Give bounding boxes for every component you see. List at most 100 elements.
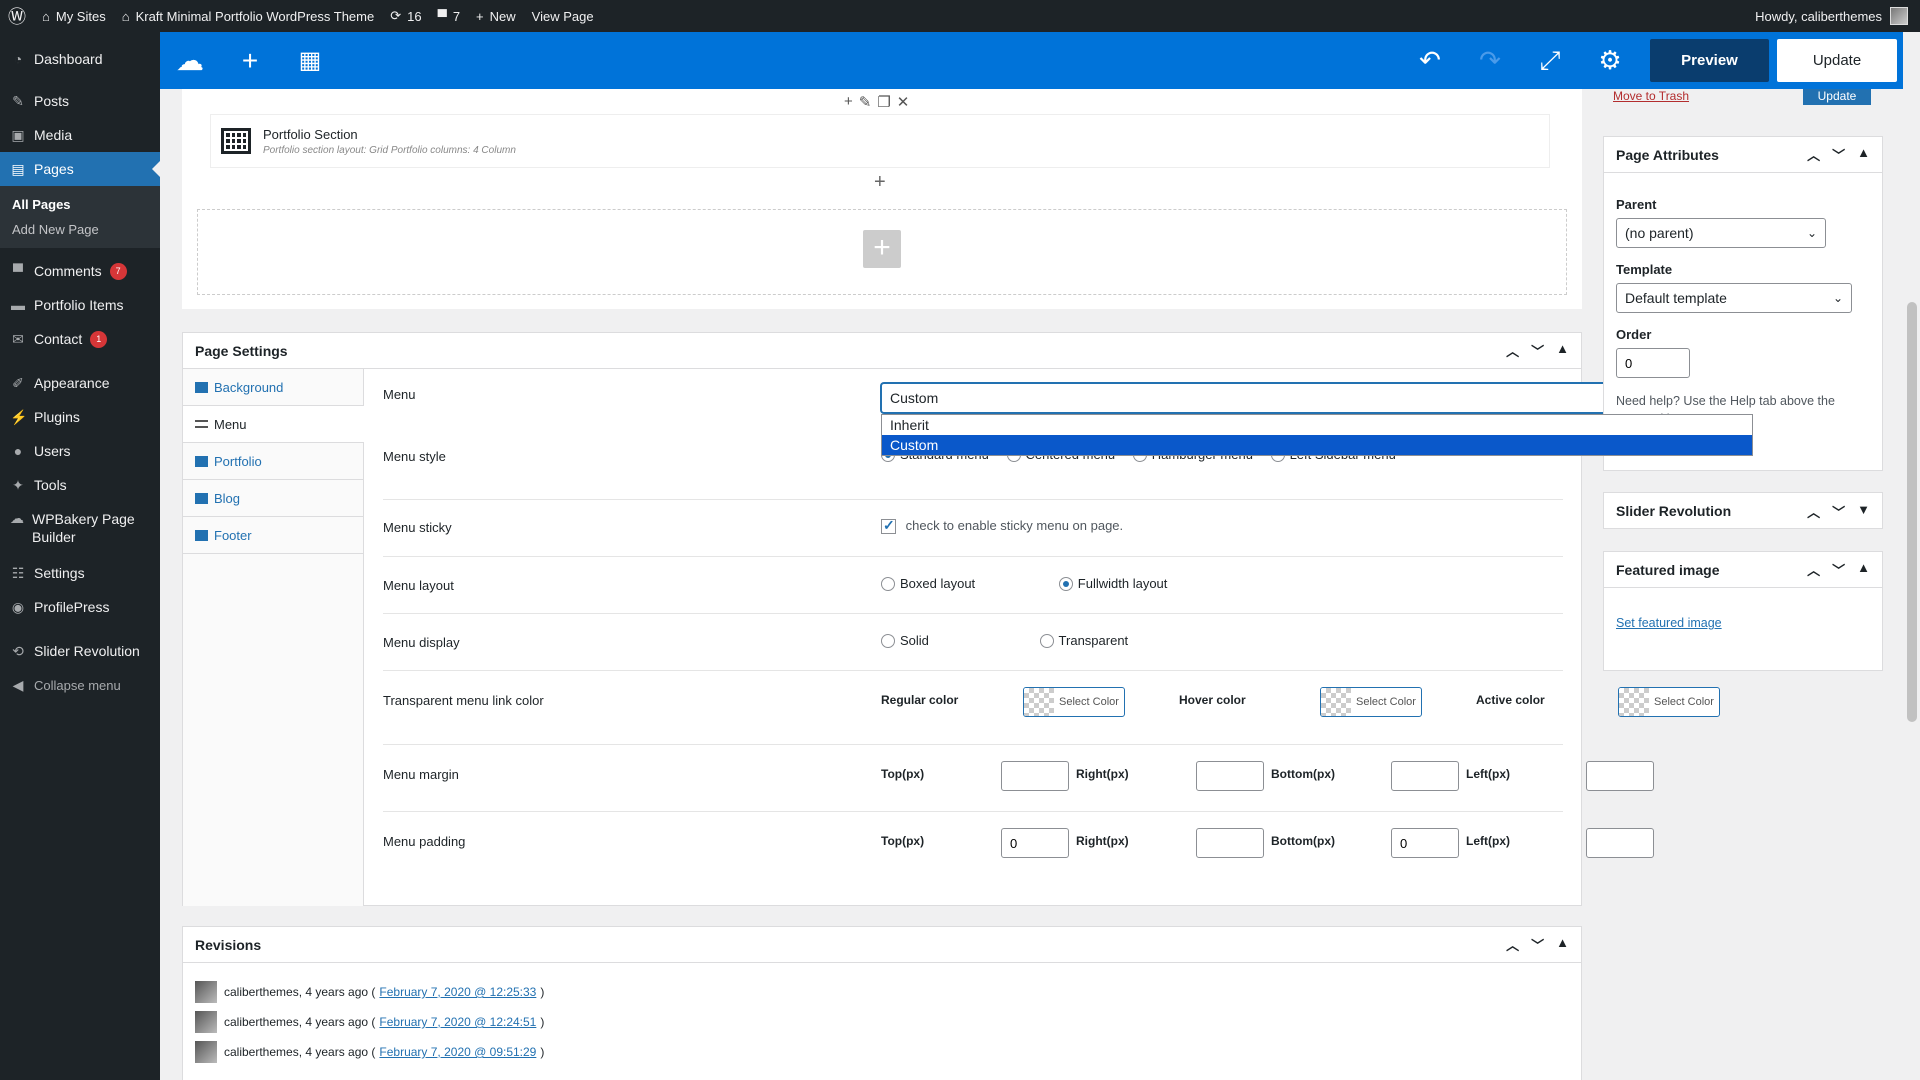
radio-boxed-layout[interactable]: Boxed layout <box>881 576 975 591</box>
sidebar-item-contact[interactable]: ✉ Contact 1 <box>0 322 160 356</box>
publish-update-button[interactable]: Update <box>1803 89 1871 105</box>
sidebar-item-comments[interactable]: ▀ Comments 7 <box>0 254 160 288</box>
sidebar-item-profilepress[interactable]: ◉ ProfilePress <box>0 590 160 624</box>
view-page-link[interactable]: View Page <box>524 0 602 32</box>
radio-solid[interactable]: Solid <box>881 633 929 648</box>
tab-blog[interactable]: Blog <box>183 480 363 517</box>
undo-icon[interactable]: ↶ <box>1400 45 1460 76</box>
submenu-add-new-page[interactable]: Add New Page <box>0 217 160 242</box>
padding-left-label: Left(px) <box>1466 834 1510 848</box>
move-to-trash-link[interactable]: Move to Trash <box>1613 89 1689 103</box>
updates-link[interactable]: ⟳ 16 <box>382 0 429 32</box>
clone-icon[interactable]: ❐ <box>877 93 890 111</box>
add-icon[interactable]: + <box>844 93 853 111</box>
sticky-checkbox[interactable] <box>881 517 896 535</box>
sidebar-item-tools[interactable]: ✦ Tools <box>0 468 160 502</box>
menu-style-label: Menu style <box>383 449 446 464</box>
radio-fullwidth-layout[interactable]: Fullwidth layout <box>1058 576 1167 591</box>
padding-bottom-input[interactable] <box>1391 828 1459 858</box>
toggle-panel-icon[interactable]: ▲ <box>1556 935 1569 954</box>
sidebar-item-settings[interactable]: ☷ Settings <box>0 556 160 590</box>
sidebar-item-slider-revolution[interactable]: ⟲ Slider Revolution <box>0 634 160 668</box>
chevron-up-icon[interactable]: ︿ <box>1506 341 1519 360</box>
chevron-down-icon[interactable]: ﹀ <box>1531 341 1544 360</box>
menu-dropdown: Inherit Custom <box>881 414 1753 456</box>
toggle-panel-icon[interactable]: ▲ <box>1857 560 1870 579</box>
sidebar-item-appearance[interactable]: ✐ Appearance <box>0 366 160 400</box>
revision-link[interactable]: February 7, 2020 @ 12:25:33 <box>379 985 536 999</box>
gear-icon[interactable]: ⚙ <box>1580 45 1640 76</box>
order-input[interactable] <box>1616 348 1690 378</box>
regular-color-picker[interactable]: Select Color <box>1023 687 1125 717</box>
submenu-all-pages[interactable]: All Pages <box>0 192 160 217</box>
toggle-panel-icon[interactable]: ▲ <box>1857 145 1870 164</box>
set-featured-image-link[interactable]: Set featured image <box>1616 616 1722 630</box>
wordpress-logo[interactable]: Ⓦ <box>0 0 34 32</box>
fullscreen-icon[interactable]: ⤢ <box>1520 45 1580 77</box>
add-row-plus-icon[interactable]: + <box>863 230 901 268</box>
chevron-down-icon[interactable]: ﹀ <box>1832 502 1845 521</box>
sidebar-item-posts[interactable]: ✎ Posts <box>0 84 160 118</box>
chevron-down-icon[interactable]: ﹀ <box>1531 935 1544 954</box>
sidebar-item-dashboard[interactable]: ◔ Dashboard <box>0 42 160 76</box>
chevron-up-icon[interactable]: ︿ <box>1807 560 1820 579</box>
sidebar-item-media[interactable]: ▣ Media <box>0 118 160 152</box>
redo-icon[interactable]: ↷ <box>1460 45 1520 76</box>
add-element-plus-icon[interactable]: + <box>874 171 886 194</box>
new-content-link[interactable]: + New <box>468 0 524 32</box>
margin-top-input[interactable] <box>1001 761 1069 791</box>
chevron-down-icon[interactable]: ﹀ <box>1832 560 1845 579</box>
collapse-menu-button[interactable]: ◀ Collapse menu <box>0 668 160 702</box>
preview-button[interactable]: Preview <box>1650 39 1769 82</box>
sidebar-item-pages[interactable]: ▤ Pages <box>0 152 160 186</box>
margin-left-input[interactable] <box>1586 761 1654 791</box>
tab-menu[interactable]: Menu <box>183 406 364 443</box>
portfolio-section-element[interactable]: Portfolio Section Portfolio section layo… <box>210 114 1550 168</box>
parent-select[interactable]: (no parent) ⌄ <box>1616 218 1826 248</box>
sidebar-item-users[interactable]: ● Users <box>0 434 160 468</box>
scrollbar-thumb[interactable] <box>1907 302 1917 722</box>
my-sites-link[interactable]: ⌂ My Sites <box>34 0 114 32</box>
padding-left-input[interactable] <box>1586 828 1654 858</box>
sidebar-item-portfolio-items[interactable]: ▬ Portfolio Items <box>0 288 160 322</box>
tab-portfolio[interactable]: Portfolio <box>183 443 363 480</box>
add-element-icon[interactable]: + <box>220 45 280 77</box>
add-row-area[interactable]: + <box>197 209 1567 295</box>
dropdown-option-inherit[interactable]: Inherit <box>882 415 1752 435</box>
revision-link[interactable]: February 7, 2020 @ 12:24:51 <box>379 1015 536 1029</box>
templates-icon[interactable]: ▦ <box>280 46 340 75</box>
menu-icon <box>195 420 208 428</box>
delete-icon[interactable]: ✕ <box>897 93 910 111</box>
chevron-up-icon[interactable]: ︿ <box>1807 145 1820 164</box>
account-menu[interactable]: Howdy, caliberthemes <box>1755 7 1920 25</box>
padding-right-input[interactable] <box>1196 828 1264 858</box>
builder-cloud-icon[interactable]: ☁ <box>160 44 220 77</box>
hover-color-picker[interactable]: Select Color <box>1320 687 1422 717</box>
radio-transparent[interactable]: Transparent <box>1039 633 1128 648</box>
template-select[interactable]: Default template ⌄ <box>1616 283 1852 313</box>
margin-bottom-input[interactable] <box>1391 761 1459 791</box>
toggle-panel-icon[interactable]: ▲ <box>1556 341 1569 360</box>
padding-top-input[interactable] <box>1001 828 1069 858</box>
tab-background[interactable]: Background <box>183 369 363 406</box>
chevron-up-icon[interactable]: ︿ <box>1506 935 1519 954</box>
sidebar-item-plugins[interactable]: ⚡ Plugins <box>0 400 160 434</box>
chevron-up-icon[interactable]: ︿ <box>1807 502 1820 521</box>
page-scrollbar[interactable] <box>1903 32 1920 1080</box>
active-color-picker[interactable]: Select Color <box>1618 687 1720 717</box>
tab-footer[interactable]: Footer <box>183 517 363 554</box>
sidebar-item-wpbakery[interactable]: ☁ WPBakery Page Builder <box>0 502 160 556</box>
revision-link[interactable]: February 7, 2020 @ 09:51:29 <box>379 1045 536 1059</box>
chevron-down-icon[interactable]: ﹀ <box>1832 145 1845 164</box>
comments-count: 7 <box>452 8 461 24</box>
update-button[interactable]: Update <box>1777 39 1897 82</box>
toggle-panel-icon[interactable]: ▼ <box>1857 502 1870 521</box>
sticky-checkbox-group: check to enable sticky menu on page. <box>881 517 1123 535</box>
edit-icon[interactable]: ✎ <box>859 93 872 111</box>
menu-display-label: Menu display <box>383 635 460 650</box>
margin-right-input[interactable] <box>1196 761 1264 791</box>
comments-link[interactable]: ▀ 7 <box>430 0 468 32</box>
element-title: Portfolio Section <box>263 126 358 142</box>
dropdown-option-custom[interactable]: Custom <box>882 435 1752 455</box>
site-name-link[interactable]: ⌂ Kraft Minimal Portfolio WordPress Them… <box>114 0 383 32</box>
